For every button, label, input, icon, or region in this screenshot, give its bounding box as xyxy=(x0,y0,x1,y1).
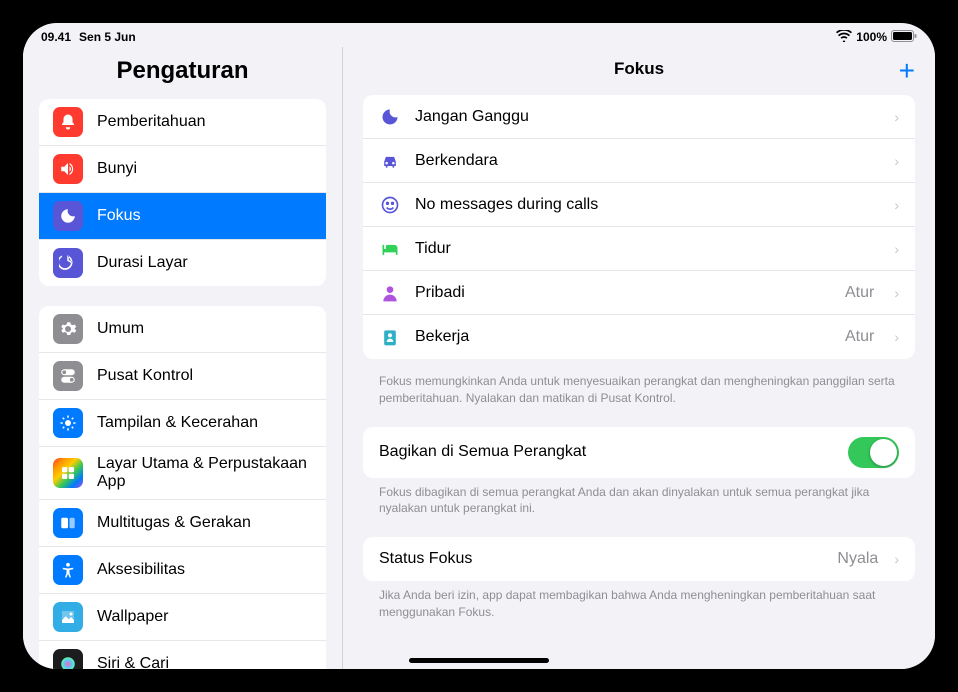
siri-icon xyxy=(53,649,83,669)
chevron-right-icon: › xyxy=(894,285,899,301)
focus-item-label: Tidur xyxy=(415,240,874,258)
sidebar-item-sounds[interactable]: Bunyi xyxy=(39,146,326,193)
sidebar-item-label: Pusat Kontrol xyxy=(97,367,312,385)
share-toggle[interactable] xyxy=(848,437,899,468)
car-icon xyxy=(379,150,401,172)
sidebar-group-attention: Pemberitahuan Bunyi Fokus xyxy=(39,99,326,286)
settings-sidebar: Pengaturan Pemberitahuan xyxy=(23,47,343,669)
chevron-right-icon: › xyxy=(894,197,899,213)
bed-icon xyxy=(379,238,401,260)
focus-icon xyxy=(53,201,83,231)
sidebar-item-label: Multitugas & Gerakan xyxy=(97,514,312,532)
content-scroll[interactable]: Jangan Ganggu › Berkendara › xyxy=(343,89,935,669)
share-footer: Fokus dibagikan di semua perangkat Anda … xyxy=(363,478,915,538)
sidebar-item-label: Layar Utama & Perpustakaan App xyxy=(97,455,312,491)
control-center-icon xyxy=(53,361,83,391)
focus-item-dnd[interactable]: Jangan Ganggu › xyxy=(363,95,915,139)
sidebar-item-accessibility[interactable]: Aksesibilitas xyxy=(39,547,326,594)
status-label: Status Fokus xyxy=(379,550,827,568)
sidebar-item-focus[interactable]: Fokus xyxy=(39,193,326,240)
sidebar-item-homescreen[interactable]: Layar Utama & Perpustakaan App xyxy=(39,447,326,500)
focus-status-row[interactable]: Status Fokus Nyala › xyxy=(363,537,915,581)
sidebar-item-display[interactable]: Tampilan & Kecerahan xyxy=(39,400,326,447)
status-date: Sen 5 Jun xyxy=(79,30,136,44)
sidebar-item-general[interactable]: Umum xyxy=(39,306,326,353)
add-focus-button[interactable]: + xyxy=(899,57,915,85)
sounds-icon xyxy=(53,154,83,184)
focus-item-value: Atur xyxy=(845,328,874,346)
wifi-icon xyxy=(836,30,852,45)
focus-item-label: Pribadi xyxy=(415,284,831,302)
focus-item-work[interactable]: Bekerja Atur › xyxy=(363,315,915,359)
chevron-right-icon: › xyxy=(894,109,899,125)
screentime-icon xyxy=(53,248,83,278)
multitasking-icon xyxy=(53,508,83,538)
person-icon xyxy=(379,282,401,304)
sidebar-item-control-center[interactable]: Pusat Kontrol xyxy=(39,353,326,400)
accessibility-icon xyxy=(53,555,83,585)
share-across-devices-row: Bagikan di Semua Perangkat xyxy=(363,427,915,478)
sidebar-item-siri[interactable]: Siri & Cari xyxy=(39,641,326,669)
sidebar-item-label: Wallpaper xyxy=(97,608,312,626)
homescreen-icon xyxy=(53,458,83,488)
sidebar-item-label: Umum xyxy=(97,320,312,338)
chevron-right-icon: › xyxy=(894,329,899,345)
sidebar-item-label: Bunyi xyxy=(97,160,312,178)
general-icon xyxy=(53,314,83,344)
sidebar-title: Pengaturan xyxy=(23,47,342,99)
sidebar-item-label: Tampilan & Kecerahan xyxy=(97,414,312,432)
content-title: Fokus xyxy=(614,59,664,79)
share-label: Bagikan di Semua Perangkat xyxy=(379,443,586,461)
moon-icon xyxy=(379,106,401,128)
focus-item-value: Atur xyxy=(845,284,874,302)
focus-item-personal[interactable]: Pribadi Atur › xyxy=(363,271,915,315)
smiley-icon xyxy=(379,194,401,216)
focus-item-label: Bekerja xyxy=(415,328,831,346)
sidebar-item-label: Fokus xyxy=(97,207,312,225)
status-value: Nyala xyxy=(837,550,878,568)
badge-icon xyxy=(379,326,401,348)
sidebar-item-label: Siri & Cari xyxy=(97,655,312,669)
sidebar-item-notifications[interactable]: Pemberitahuan xyxy=(39,99,326,146)
focus-item-driving[interactable]: Berkendara › xyxy=(363,139,915,183)
chevron-right-icon: › xyxy=(894,551,899,567)
sidebar-item-label: Pemberitahuan xyxy=(97,113,312,131)
toggle-knob xyxy=(870,439,897,466)
battery-icon xyxy=(891,30,917,45)
home-indicator[interactable] xyxy=(409,658,549,663)
sidebar-item-label: Aksesibilitas xyxy=(97,561,312,579)
focus-group-footer: Fokus memungkinkan Anda untuk menyesuaik… xyxy=(363,367,915,427)
display-icon xyxy=(53,408,83,438)
focus-item-label: Jangan Ganggu xyxy=(415,108,874,126)
screen: 09.41 Sen 5 Jun 100% Pengaturan xyxy=(23,23,935,669)
content-header: Fokus + xyxy=(343,47,935,89)
notifications-icon xyxy=(53,107,83,137)
sidebar-item-multitasking[interactable]: Multitugas & Gerakan xyxy=(39,500,326,547)
sidebar-group-general: Umum Pusat Kontrol Tampila xyxy=(39,306,326,669)
focus-modes-group: Jangan Ganggu › Berkendara › xyxy=(363,95,915,359)
sidebar-item-label: Durasi Layar xyxy=(97,254,312,272)
status-bar: 09.41 Sen 5 Jun 100% xyxy=(23,23,935,47)
focus-item-label: No messages during calls xyxy=(415,196,874,214)
wallpaper-icon xyxy=(53,602,83,632)
status-footer: Jika Anda beri izin, app dapat membagika… xyxy=(363,581,915,641)
chevron-right-icon: › xyxy=(894,241,899,257)
focus-item-sleep[interactable]: Tidur › xyxy=(363,227,915,271)
sidebar-item-wallpaper[interactable]: Wallpaper xyxy=(39,594,326,641)
focus-item-calls[interactable]: No messages during calls › xyxy=(363,183,915,227)
battery-percent: 100% xyxy=(856,30,887,44)
content-pane: Fokus + Jangan Ganggu › xyxy=(343,47,935,669)
focus-item-label: Berkendara xyxy=(415,152,874,170)
ipad-frame: 09.41 Sen 5 Jun 100% Pengaturan xyxy=(9,9,949,683)
sidebar-scroll[interactable]: Pemberitahuan Bunyi Fokus xyxy=(23,99,342,669)
chevron-right-icon: › xyxy=(894,153,899,169)
status-time: 09.41 xyxy=(41,30,71,44)
sidebar-item-screentime[interactable]: Durasi Layar xyxy=(39,240,326,286)
